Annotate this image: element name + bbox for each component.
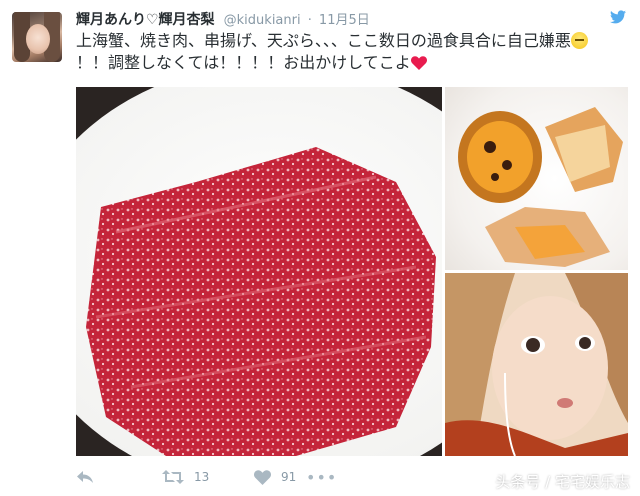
photo-selfie[interactable] xyxy=(445,273,628,456)
tweet-text: 上海蟹、焼き肉、串揚げ、天ぷら、、、ここ数日の過食具合に自己嫌悪 ！！調整しなく… xyxy=(76,30,624,74)
wagyu-plate-image xyxy=(76,87,442,456)
more-icon[interactable]: ••• xyxy=(306,468,337,487)
like-count: 91 xyxy=(281,470,297,484)
watermark: 头条号 / 宅宅娱乐志 xyxy=(495,473,630,491)
twitter-bird-icon xyxy=(610,10,626,24)
avatar-face xyxy=(26,24,50,54)
photo-wagyu-beef[interactable] xyxy=(76,87,442,456)
tweet-header: 輝月あんり♡輝月杏梨 @kidukianri · 11月5日 xyxy=(76,9,370,29)
heart-icon xyxy=(254,469,271,485)
tweet-text-line-2: ！！調整しなくては！！！！お出かけしてこよ xyxy=(76,53,411,72)
separator: · xyxy=(307,13,312,28)
like-button[interactable]: 91 xyxy=(254,466,296,488)
display-name[interactable]: 輝月あんり♡輝月杏梨 xyxy=(76,12,215,28)
heart-emoji-icon xyxy=(410,56,427,70)
retweet-count: 13 xyxy=(194,470,210,484)
retweet-icon xyxy=(162,470,184,484)
reply-button[interactable] xyxy=(76,466,94,488)
tweet-text-line-1: 上海蟹、焼き肉、串揚げ、天ぷら、、、ここ数日の過食具合に自己嫌悪 xyxy=(76,31,571,50)
reply-icon xyxy=(77,471,93,483)
photo-shanghai-crab[interactable] xyxy=(445,87,628,270)
retweet-button[interactable]: 13 xyxy=(162,466,209,488)
user-handle[interactable]: @kidukianri xyxy=(224,13,301,28)
neutral-face-emoji-icon xyxy=(570,32,588,49)
avatar[interactable] xyxy=(12,12,62,62)
media-grid xyxy=(76,87,628,456)
crab-image xyxy=(458,107,623,267)
tweet-date[interactable]: 11月5日 xyxy=(319,13,370,28)
selfie-image xyxy=(445,273,628,456)
